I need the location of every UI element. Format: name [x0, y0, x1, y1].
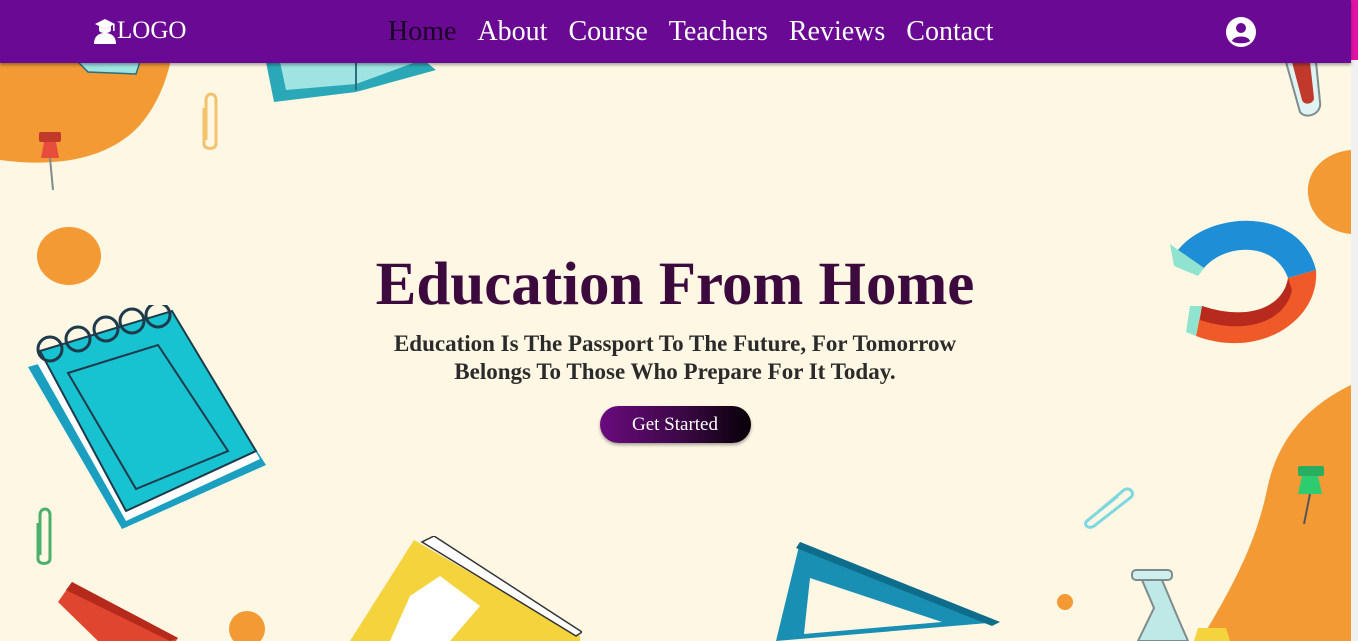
- logo-text: LOGO: [117, 17, 187, 44]
- graduate-icon: [94, 19, 116, 44]
- notepad-icon: [28, 305, 266, 529]
- hero-title: Education From Home: [375, 251, 975, 318]
- nav-link-about[interactable]: About: [477, 14, 547, 50]
- hero-subtitle: Education Is The Passport To The Future,…: [393, 331, 957, 384]
- pushpin-green-icon: [1298, 466, 1324, 525]
- pushpin-red-icon: [39, 132, 61, 191]
- hero-section: Education From Home Education Is The Pas…: [0, 0, 1351, 641]
- paperclip-icon: [202, 92, 218, 150]
- ruler-icon: [58, 582, 178, 641]
- user-circle-icon[interactable]: [1225, 16, 1257, 48]
- scrollbar-thumb[interactable]: [1351, 0, 1358, 60]
- yellow-book-icon: [350, 536, 582, 641]
- test-tube-icon: [1284, 62, 1322, 117]
- logo-link[interactable]: LOGO: [93, 17, 186, 45]
- flask-icon: [1131, 569, 1230, 641]
- get-started-button[interactable]: Get Started: [599, 406, 751, 443]
- nav-link-reviews[interactable]: Reviews: [789, 14, 885, 50]
- open-book-icon: [266, 62, 436, 102]
- book-corner-icon: [78, 62, 140, 75]
- nav-links: Home About Course Teachers Reviews Conta…: [388, 14, 1014, 50]
- nav-link-contact[interactable]: Contact: [906, 14, 993, 50]
- orange-small-dot-icon: [1057, 594, 1073, 610]
- paperclip-blue-icon: [1084, 487, 1134, 529]
- orange-dot-icon: [37, 227, 101, 285]
- nav-link-course[interactable]: Course: [568, 14, 647, 50]
- magnet-icon: [1170, 220, 1317, 344]
- nav-link-home[interactable]: Home: [388, 14, 456, 50]
- paperclip-green-icon: [36, 507, 52, 565]
- scrollbar-track[interactable]: [1351, 0, 1358, 641]
- orange-bottom-dot-icon: [229, 611, 265, 641]
- nav-link-teachers[interactable]: Teachers: [669, 14, 768, 50]
- hero-content: Education From Home Education Is The Pas…: [330, 250, 1020, 443]
- set-square-icon: [776, 542, 1000, 641]
- top-navbar: LOGO Home About Course Teachers Reviews …: [0, 0, 1351, 63]
